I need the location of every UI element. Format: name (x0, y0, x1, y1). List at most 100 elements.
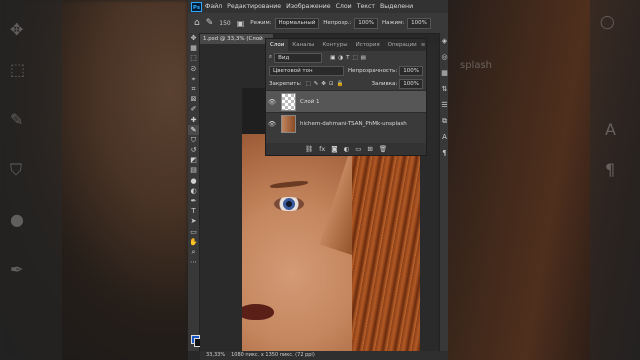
layers-panel-tabs: Слои Каналы Контуры История Операции ≡ (266, 39, 426, 51)
visibility-eye-icon[interactable]: 👁 (266, 98, 278, 106)
layer-thumbnail (281, 92, 296, 111)
photoshop-logo: Ps (191, 1, 202, 12)
tab-actions[interactable]: Операции (384, 39, 421, 51)
adjustment-icon[interactable]: ◐ (344, 145, 350, 153)
character-dock-icon[interactable]: A (440, 129, 448, 145)
eye-shape (274, 197, 304, 211)
blend-mode-select[interactable]: Цветовой тон (269, 65, 344, 76)
zoom-readout[interactable]: 33,33% (206, 351, 225, 360)
pressure-label: Нажим: (382, 20, 405, 26)
document-tab[interactable]: 1.psd @ 33,3% (Слой (200, 34, 273, 44)
mask-icon[interactable]: ◙ (331, 145, 337, 153)
lock-icons[interactable]: ⬚✎✥⊡🔒 (306, 81, 347, 87)
ghost-move-icon: ✥ (10, 20, 24, 39)
swatches-dock-icon[interactable]: ▦ (440, 65, 448, 81)
trash-icon[interactable]: 🗑 (379, 145, 387, 153)
artboard-icon[interactable]: ▦ (188, 43, 199, 53)
tab-layers[interactable]: Слои (266, 39, 289, 51)
menu-layers[interactable]: Слои (336, 3, 352, 10)
mode-select[interactable]: Нормальный (274, 17, 320, 29)
brush-tool-icon[interactable]: ✎ (206, 18, 214, 28)
fill-field[interactable]: 100% (399, 78, 423, 89)
rectangle-tool-icon[interactable]: ▭ (188, 227, 199, 237)
properties-dock-icon[interactable]: ☰ (440, 97, 448, 113)
menu-select[interactable]: Выделени (380, 3, 413, 10)
move-tool-icon[interactable]: ✥ (188, 33, 199, 43)
tab-history[interactable]: История (352, 39, 384, 51)
history-brush-icon[interactable]: ↺ (188, 145, 199, 155)
adjustments-dock-icon[interactable]: ⇅ (440, 81, 448, 97)
ghost-brush-icon: ✎ (10, 110, 24, 129)
menu-edit[interactable]: Редактирование (227, 3, 281, 10)
background-tools-ghost (0, 0, 62, 360)
panel-menu-icon[interactable]: ≡ (421, 42, 426, 48)
paragraph-dock-icon[interactable]: ¶ (440, 145, 448, 161)
pressure-field[interactable]: 100% (407, 17, 431, 29)
new-layer-icon[interactable]: ⊞ (367, 145, 372, 153)
tools-panel: ✥ ▦ ⬚ ᘐ ⌖ ⌗ ⊠ ✐ ✚ ✎ ⛉ ↺ ◩ ▤ ● ◐ ✒ T ➤ ▭ … (188, 33, 203, 351)
channels-dock-icon[interactable]: ⧉ (440, 113, 448, 129)
fx-icon[interactable]: fx (319, 145, 325, 153)
lasso-tool-icon[interactable]: ᘐ (188, 64, 199, 74)
gradient-icon[interactable]: ▤ (188, 165, 199, 175)
layer-name: Слой 1 (300, 98, 320, 105)
layers-footer: ⛓ fx ◙ ◐ ▭ ⊞ 🗑 (266, 143, 426, 155)
pen-tool-icon[interactable]: ✒ (188, 196, 199, 206)
fill-label: Заливка: (371, 80, 398, 87)
color-dock-icon[interactable]: ◎ (440, 49, 448, 65)
layer-filter-select[interactable]: Вид (274, 52, 323, 63)
filter-search-icon: ⌕ (269, 54, 273, 60)
filter-icons[interactable]: ▣◑T⬚▤ (330, 55, 369, 61)
marquee-tool-icon[interactable]: ⬚ (188, 53, 199, 63)
link-icon[interactable]: ⛓ (305, 145, 313, 153)
lock-label: Закрепить: (269, 80, 302, 87)
zoom-tool-icon[interactable]: ⌕ (188, 247, 199, 257)
menu-type[interactable]: Текст (357, 3, 375, 10)
healing-brush-icon[interactable]: ✚ (188, 115, 199, 125)
ghost-drop-icon: ● (10, 210, 24, 229)
home-icon[interactable]: ⌂ (194, 18, 200, 28)
layer-row-2[interactable]: 👁 hichem-dahmani-TSAN_PhMk-unsplash (266, 112, 426, 134)
layers-dock-icon[interactable]: ◈ (440, 33, 448, 49)
layer-row-1[interactable]: 👁 Слой 1 (266, 90, 426, 112)
brush-settings-icon[interactable]: ▣ (237, 19, 245, 28)
layers-panel: Слои Каналы Контуры История Операции ≡ ⌕… (265, 38, 427, 156)
lips-shape (242, 304, 274, 320)
dodge-tool-icon[interactable]: ◐ (188, 186, 199, 196)
frame-tool-icon[interactable]: ⊠ (188, 94, 199, 104)
eyebrow-shape (269, 180, 309, 189)
tab-paths[interactable]: Контуры (318, 39, 351, 51)
menu-image[interactable]: Изображение (286, 3, 331, 10)
lock-row: Закрепить: ⬚✎✥⊡🔒 Заливка: 100% (266, 77, 426, 90)
eyedropper-icon[interactable]: ✐ (188, 104, 199, 114)
blur-tool-icon[interactable]: ● (188, 176, 199, 186)
document-photo[interactable] (242, 134, 420, 360)
ghost-splash-text: splash (460, 60, 493, 71)
right-dock: ◈ ◎ ▦ ⇅ ☰ ⧉ A ¶ (439, 33, 448, 351)
more-tools-icon[interactable]: ⋯ (188, 257, 199, 267)
layer-opacity-label: Непрозрачность: (347, 67, 398, 74)
group-icon[interactable]: ▭ (355, 145, 361, 153)
menu-file[interactable]: Файл (205, 3, 222, 10)
crop-tool-icon[interactable]: ⌗ (188, 84, 199, 94)
visibility-eye-icon[interactable]: 👁 (266, 120, 278, 128)
path-select-icon[interactable]: ➤ (188, 216, 199, 226)
hand-tool-icon[interactable]: ✋ (188, 237, 199, 247)
quick-select-icon[interactable]: ⌖ (188, 74, 199, 84)
brush-tool-icon-selected[interactable]: ✎ (188, 124, 199, 135)
eraser-icon[interactable]: ◩ (188, 155, 199, 165)
layer-name: hichem-dahmani-TSAN_PhMk-unsplash (300, 120, 407, 127)
layer-filter-row: ⌕ Вид ▣◑T⬚▤ (266, 51, 426, 64)
ghost-close-icon: ◯ (600, 15, 615, 30)
ghost-pen-icon: ✒ (10, 260, 24, 279)
options-bar: ⌂ ✎ 150 ▣ Режим: Нормальный Непрозр.: 10… (188, 13, 448, 34)
clone-stamp-icon[interactable]: ⛉ (188, 135, 199, 145)
layer-opacity-field[interactable]: 100% (399, 65, 423, 76)
opacity-label: Непрозр.: (323, 20, 352, 26)
background-dock-ghost (590, 0, 640, 360)
ghost-marquee-icon: ⬚ (10, 60, 26, 79)
opacity-field[interactable]: 100% (354, 17, 379, 29)
type-tool-icon[interactable]: T (188, 206, 199, 216)
tab-channels[interactable]: Каналы (288, 39, 318, 51)
brush-size-value[interactable]: 150 (219, 20, 230, 27)
